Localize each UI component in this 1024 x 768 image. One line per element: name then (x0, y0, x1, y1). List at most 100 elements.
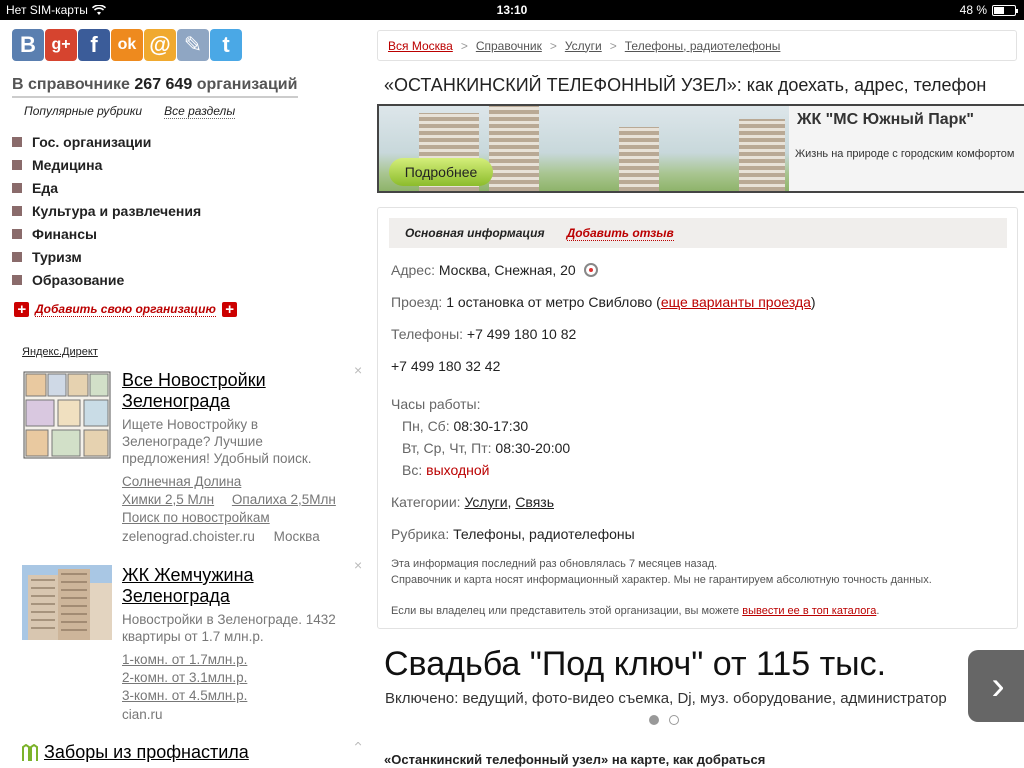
hours-days: Вс: (402, 462, 423, 478)
route-row: Проезд: 1 остановка от метро Свиблово (е… (391, 294, 816, 310)
category-item[interactable]: Еда (12, 176, 201, 199)
status-bar: Нет SIM-карты 13:10 48 % (0, 0, 1024, 20)
bullet-icon (12, 228, 22, 239)
livejournal-icon[interactable]: ✎ (177, 29, 209, 61)
tab-add-review[interactable]: Добавить отзыв (566, 226, 674, 241)
category-item[interactable]: Медицина (12, 153, 201, 176)
route-end: ) (810, 294, 816, 310)
ad-sitelink[interactable]: 1-комн. от 1.7млн.р. (122, 652, 247, 667)
disclaimer-note: Справочник и карта носят информационный … (391, 574, 932, 586)
ad-sitelink[interactable]: Поиск по новостройкам (122, 510, 270, 525)
ad-text: Новостройки в Зеленограде. 1432 квартиры… (122, 612, 336, 644)
banner-subtitle: Жизнь на природе с городским комфортом (795, 148, 1015, 160)
rubric-tabs: Популярные рубрики Все разделы (24, 104, 236, 119)
category-label[interactable]: Образование (32, 272, 124, 288)
hours-row: Вт, Ср, Чт, Пт: 08:30-20:00 (402, 440, 570, 456)
close-icon[interactable]: × (354, 557, 362, 573)
hours-days: Пн, Сб: (402, 418, 450, 434)
tab-all-sections[interactable]: Все разделы (164, 104, 236, 119)
odnoklassniki-icon[interactable]: ok (111, 29, 143, 61)
category-label[interactable]: Туризм (32, 249, 82, 265)
carousel-dots (649, 715, 679, 725)
yandex-direct-label[interactable]: Яндекс.Директ (22, 346, 98, 358)
breadcrumb-item[interactable]: Телефоны, радиотелефоны (625, 39, 781, 53)
building-illustration (739, 119, 785, 191)
page-title: «ОСТАНКИНСКИЙ ТЕЛЕФОННЫЙ УЗЕЛ»: как доех… (384, 75, 987, 95)
building-illustration (489, 106, 539, 191)
bullet-icon (12, 182, 22, 193)
vkontakte-icon[interactable]: В (12, 29, 44, 61)
mailru-icon[interactable]: @ (144, 29, 176, 61)
breadcrumb-item[interactable]: Вся Москва (388, 39, 453, 53)
battery-icon (992, 4, 1018, 16)
carousel-dot-active[interactable] (649, 715, 659, 725)
updated-note: Эта информация последний раз обновлялась… (391, 558, 718, 570)
building-image (22, 565, 112, 640)
rubric-link[interactable]: Телефоны, радиотелефоны (453, 526, 635, 542)
category-item[interactable]: Гос. организации (12, 130, 201, 153)
ad-region: Москва (273, 529, 320, 544)
category-link[interactable]: Связь (515, 494, 554, 510)
carousel-next-button[interactable]: › (968, 650, 1024, 722)
map-section-title: «Останкинский телефонный узел» на карте,… (384, 752, 766, 767)
phone-number[interactable]: +7 499 180 10 82 (467, 326, 576, 342)
category-label[interactable]: Гос. организации (32, 134, 151, 150)
tab-popular[interactable]: Популярные рубрики (24, 104, 142, 119)
bullet-icon (12, 136, 22, 147)
tab-main-info[interactable]: Основная информация (405, 226, 545, 240)
banner-more-button[interactable]: Подробнее (389, 158, 493, 186)
owner-note: Если вы владелец или представитель этой … (391, 603, 879, 619)
category-link[interactable]: Услуги (464, 494, 507, 510)
ad-domain-line: zelenograd.choister.ru Москва (122, 529, 350, 544)
carousel-dot[interactable] (669, 715, 679, 725)
category-label[interactable]: Культура и развлечения (32, 203, 201, 219)
ad-sitelink[interactable]: Солнечная Долина (122, 474, 241, 489)
category-item[interactable]: Образование (12, 268, 201, 291)
ad-sitelink[interactable]: Опалиха 2,5Млн (232, 492, 336, 507)
route-label: Проезд: (391, 294, 443, 310)
ad-domain[interactable]: zelenograd.choister.ru (122, 529, 255, 544)
breadcrumb-item[interactable]: Услуги (565, 39, 602, 53)
info-tabs: Основная информация Добавить отзыв (389, 218, 1007, 248)
category-label[interactable]: Еда (32, 180, 58, 196)
ad-domain[interactable]: cian.ru (122, 707, 350, 722)
route-value: 1 остановка от метро Свиблово ( (446, 294, 661, 310)
rubric-label: Рубрика: (391, 526, 450, 542)
map-pin-icon[interactable] (583, 263, 598, 277)
floor-plan-image (23, 371, 111, 459)
ad-title[interactable]: Заборы из профнастила (44, 742, 249, 762)
add-organization-link[interactable]: + Добавить свою организацию + (14, 302, 237, 317)
promo-title[interactable]: Свадьба "Под ключ" от 115 тыс. (384, 645, 886, 684)
category-label[interactable]: Финансы (32, 226, 97, 242)
chevron-right-icon: › (991, 663, 1005, 708)
hours-label: Часы работы: (391, 396, 481, 412)
category-item[interactable]: Туризм (12, 245, 201, 268)
twitter-icon[interactable]: t (210, 29, 242, 61)
googleplus-icon[interactable]: g+ (45, 29, 77, 61)
category-label[interactable]: Медицина (32, 157, 102, 173)
address-row: Адрес: Москва, Снежная, 20 (391, 262, 598, 278)
phone-number[interactable]: +7 499 180 32 42 (391, 358, 500, 374)
ad-sitelink[interactable]: 2-комн. от 3.1млн.р. (122, 670, 247, 685)
battery-fill (994, 6, 1004, 14)
chevron-right-icon: > (460, 38, 468, 53)
plus-icon: + (14, 302, 29, 317)
facebook-icon[interactable]: f (78, 29, 110, 61)
ad-title[interactable]: Все Новостройки Зеленограда (122, 370, 266, 411)
close-icon[interactable]: × (354, 362, 362, 378)
chevron-right-icon: > (609, 38, 617, 53)
close-icon[interactable]: × (354, 742, 362, 750)
categories-label: Категории: (391, 494, 461, 510)
ad-sitelink[interactable]: 3-комн. от 4.5млн.р. (122, 688, 247, 703)
ad-title[interactable]: ЖК Жемчужина Зеленограда (122, 565, 254, 606)
more-routes-link[interactable]: еще варианты проезда (661, 294, 811, 310)
promote-to-top-link[interactable]: вывести ее в топ каталога (742, 605, 876, 617)
category-item[interactable]: Финансы (12, 222, 201, 245)
ad-sitelink[interactable]: Химки 2,5 Млн (122, 492, 214, 507)
add-organization-label[interactable]: Добавить свою организацию (35, 302, 216, 317)
category-item[interactable]: Культура и развлечения (12, 199, 201, 222)
hours-time: 08:30-17:30 (453, 418, 529, 434)
breadcrumb-item[interactable]: Справочник (476, 39, 542, 53)
ad-banner[interactable]: Подробнее ЖК "МС Южный Парк" Жизнь на пр… (377, 104, 1024, 193)
category-list: Гос. организации Медицина Еда Культура и ра… (12, 130, 201, 291)
